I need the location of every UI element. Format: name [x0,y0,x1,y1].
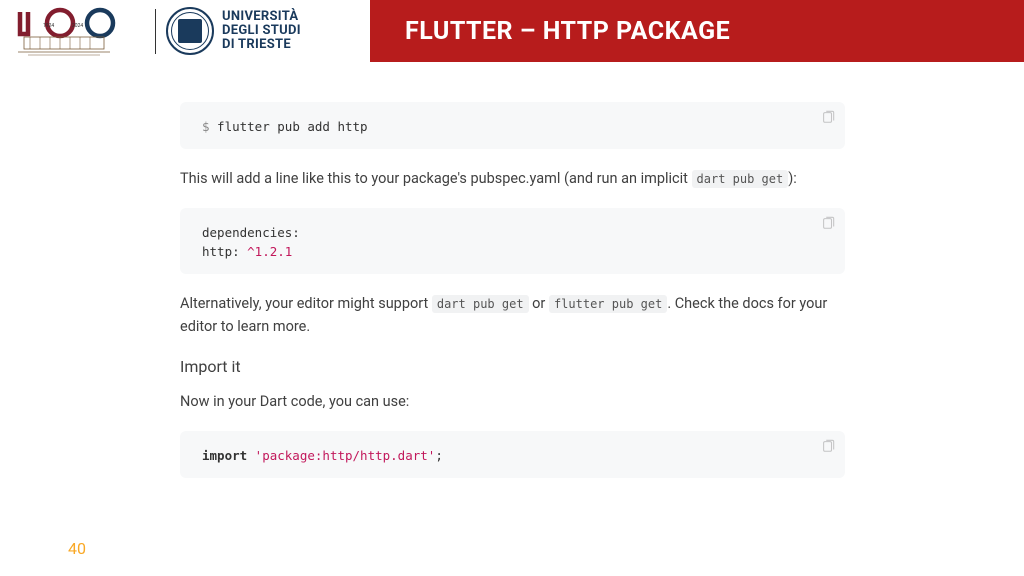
copy-icon[interactable] [821,439,835,453]
code-block-dependencies: dependencies: http: ^1.2.1 [180,208,845,274]
inline-code: dart pub get [692,170,789,188]
content-area: $ flutter pub add http This will add a l… [180,102,845,478]
svg-text:2024: 2024 [72,23,83,29]
title-bar: FLUTTER – HTTP PACKAGE [370,0,1024,62]
university-seal-icon [166,7,214,55]
inline-code: dart pub get [432,295,529,313]
university-name: UNIVERSITÀ DEGLI STUDI DI TRIESTE [222,10,301,53]
uni-name-line1: UNIVERSITÀ [222,10,301,24]
slide-title: FLUTTER – HTTP PACKAGE [405,17,730,46]
inline-code: flutter pub get [549,295,667,313]
paragraph-pubspec: This will add a line like this to your p… [180,167,845,190]
code-text: dependencies: http: ^1.2.1 [202,225,300,259]
logo-section: 1924 2024 UNIVERSITÀ DEGLI STUDI [0,0,370,62]
paragraph-editor: Alternatively, your editor might support… [180,292,845,338]
copy-icon[interactable] [821,216,835,230]
page-number: 40 [68,539,86,558]
copy-icon[interactable] [821,110,835,124]
logo-divider [155,9,156,54]
section-heading-import: Import it [180,357,845,376]
uni-name-line2: DEGLI STUDI [222,24,301,38]
code-block-install: $ flutter pub add http [180,102,845,149]
header: 1924 2024 UNIVERSITÀ DEGLI STUDI [0,0,1024,62]
centennial-logo: 1924 2024 [10,4,145,59]
uni-name-line3: DI TRIESTE [222,38,301,52]
code-block-import: import 'package:http/http.dart'; [180,431,845,478]
svg-text:1924: 1924 [43,23,54,29]
code-text: import 'package:http/http.dart'; [202,448,443,463]
code-text: $ flutter pub add http [202,119,368,134]
university-logo: UNIVERSITÀ DEGLI STUDI DI TRIESTE [166,7,301,55]
paragraph-import: Now in your Dart code, you can use: [180,390,845,413]
